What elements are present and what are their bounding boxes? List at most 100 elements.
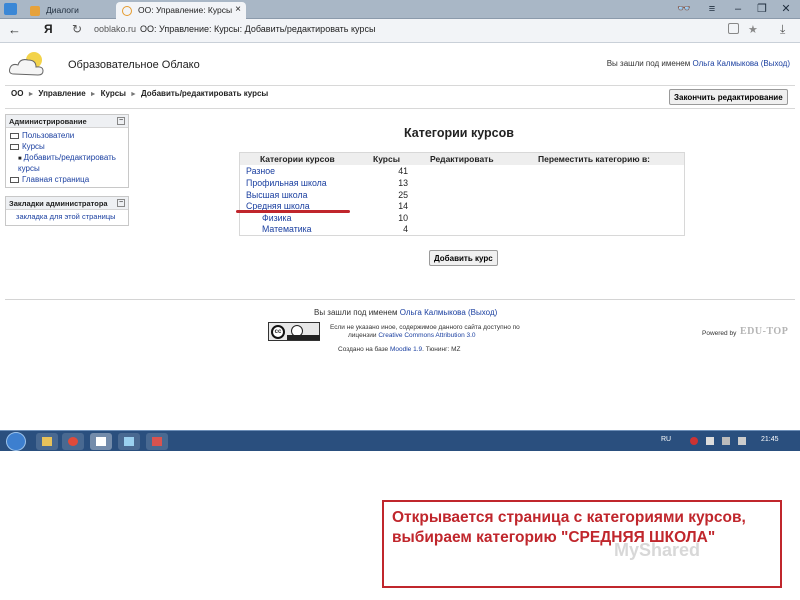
dialogs-favicon-icon xyxy=(30,6,40,16)
admin-block-title: Администрирование xyxy=(9,117,87,126)
breadcrumb-separator-icon: ► xyxy=(27,91,35,98)
breadcrumb-home[interactable]: ОО xyxy=(11,89,23,98)
breadcrumb-courses[interactable]: Курсы xyxy=(101,89,126,98)
cc-badge-bar xyxy=(287,335,320,340)
collapse-icon[interactable]: − xyxy=(117,117,125,125)
taskbar-app-files[interactable] xyxy=(118,433,140,450)
tray-antivirus-icon[interactable] xyxy=(690,437,698,445)
bullet-icon: ■ xyxy=(18,156,22,162)
footer-login-info: Вы зашли под именем Ольга Калмыкова (Вых… xyxy=(314,308,497,317)
star-icon[interactable]: ★ xyxy=(748,23,758,36)
tab-courses[interactable]: ОО: Управление: Курсы × xyxy=(116,2,246,19)
download-icon[interactable]: ⤓ xyxy=(780,22,785,37)
tab-dialogs[interactable]: Диалоги xyxy=(24,2,114,19)
watermark: MyShared xyxy=(614,540,701,560)
menu-icon[interactable]: ≡ xyxy=(700,1,724,17)
yandex-logo[interactable]: Я xyxy=(44,22,53,36)
keyboard-language[interactable]: RU xyxy=(661,436,671,443)
back-arrow-icon[interactable]: ← xyxy=(8,22,24,38)
loading-favicon-icon xyxy=(122,6,132,16)
tray-volume-icon[interactable] xyxy=(738,437,746,445)
category-count: 4 xyxy=(403,224,408,234)
admin-item-front-page[interactable]: Главная страница xyxy=(10,175,89,184)
login-prefix: Вы зашли под именем xyxy=(606,59,691,68)
folder-icon xyxy=(10,176,19,183)
license-text: Если не указано иное, содержимое данного… xyxy=(330,324,520,331)
bookmark-this-page[interactable]: закладка для этой страницы xyxy=(16,212,116,221)
license-link[interactable]: Creative Commons Attribution 3.0 xyxy=(378,332,475,339)
folder-icon xyxy=(10,132,19,139)
taskbar-app-chrome[interactable] xyxy=(62,433,84,450)
yandex-browser-icon xyxy=(96,437,106,446)
admin-block: Администрирование − Пользователи Курсы ■… xyxy=(5,114,129,188)
admin-item-label[interactable]: Главная страница xyxy=(22,175,89,184)
logout-link[interactable]: (Выход) xyxy=(468,308,497,317)
breadcrumb-current: Добавить/редактировать курсы xyxy=(140,89,269,98)
admin-bookmarks-block: Закладки администратора − закладка для э… xyxy=(5,196,129,226)
restore-icon[interactable]: ❐ xyxy=(750,1,774,17)
close-tab-icon[interactable]: × xyxy=(235,4,241,15)
files-icon xyxy=(124,437,134,446)
browser-app-icon[interactable] xyxy=(4,3,17,15)
logout-link[interactable]: (Выход) xyxy=(761,59,790,68)
tab-label: ОО: Управление: Курсы xyxy=(138,5,233,15)
moodle-link[interactable]: Moodle 1.9 xyxy=(390,346,422,353)
category-count: 10 xyxy=(398,213,408,223)
address-bar: ← Я ↻ ooblako.ru ОО: Управление: Курсы: … xyxy=(0,19,800,43)
tray-network-icon[interactable] xyxy=(722,437,730,445)
glasses-icon[interactable]: 👓 xyxy=(672,1,696,17)
bookmark-link[interactable]: закладка для этой страницы xyxy=(16,212,116,221)
bookmarks-block-header: Закладки администратора − xyxy=(6,197,128,210)
category-count: 41 xyxy=(398,166,408,176)
admin-item-courses[interactable]: Курсы xyxy=(10,142,45,151)
tray-flag-icon[interactable] xyxy=(706,437,714,445)
navigation-bar: ОО ► Управление ► Курсы ► Добавить/редактирова… xyxy=(5,85,795,109)
powered-by-text: Powered by xyxy=(702,330,737,337)
tray-clock[interactable]: 21:45 xyxy=(761,436,779,443)
reload-icon[interactable]: ↻ xyxy=(72,22,82,36)
user-name-link[interactable]: Ольга Калмыкова xyxy=(400,308,466,317)
admin-item-label[interactable]: Курсы xyxy=(22,142,45,151)
folder-open-icon xyxy=(10,143,19,150)
subcategory-link[interactable]: Математика xyxy=(262,224,312,234)
column-header: Курсы xyxy=(373,154,400,164)
based-on-text: Создано на базе Moodle 1.9. Тюнинг: MZ xyxy=(338,346,460,353)
footer-divider xyxy=(5,299,795,300)
url-page-title: ОО: Управление: Курсы: Добавить/редактир… xyxy=(140,24,376,34)
windows-start-icon[interactable] xyxy=(6,432,26,451)
categories-table: Категории курсов Курсы Редактировать Пер… xyxy=(239,152,685,236)
admin-item-users[interactable]: Пользователи xyxy=(10,131,74,140)
category-link[interactable]: Высшая школа xyxy=(246,190,307,200)
category-link[interactable]: Профильная школа xyxy=(246,178,327,188)
creative-commons-badge[interactable]: cc xyxy=(268,322,320,341)
category-count: 13 xyxy=(398,178,408,188)
explorer-icon xyxy=(42,437,52,446)
taskbar-app-presentation[interactable] xyxy=(146,433,168,450)
subcategory-link[interactable]: Физика xyxy=(262,213,291,223)
breadcrumb-admin[interactable]: Управление xyxy=(38,89,85,98)
admin-item-label[interactable]: Добавить/редактировать курсы xyxy=(18,153,116,173)
add-course-button[interactable]: Добавить курс xyxy=(429,250,498,266)
close-window-icon[interactable]: ✕ xyxy=(774,1,798,17)
edu-top-logo[interactable]: EDU-TOP xyxy=(740,326,788,337)
presentation-icon xyxy=(152,437,162,446)
admin-item-label[interactable]: Пользователи xyxy=(22,131,74,140)
site-name[interactable]: Образовательное Облако xyxy=(68,59,200,71)
taskbar-app-explorer[interactable] xyxy=(36,433,58,450)
taskbar-app-yandex[interactable] xyxy=(90,433,112,450)
user-name-link[interactable]: Ольга Калмыкова xyxy=(692,59,758,68)
protect-icon[interactable] xyxy=(728,23,739,34)
cc-icon: cc xyxy=(271,325,285,339)
admin-item-add-edit-courses[interactable]: ■ Добавить/редактировать курсы xyxy=(18,153,128,174)
finish-editing-button[interactable]: Закончить редактирование xyxy=(669,89,788,105)
collapse-icon[interactable]: − xyxy=(117,199,125,207)
cloud-sun-logo-icon xyxy=(9,52,44,76)
category-link[interactable]: Разное xyxy=(246,166,275,176)
based-on-suffix: . Тюнинг: MZ xyxy=(422,346,461,353)
url-field[interactable]: ooblako.ru ОО: Управление: Курсы: Добави… xyxy=(88,22,768,39)
based-on-prefix: Создано на базе xyxy=(338,346,389,353)
bookmarks-block-title: Закладки администратора xyxy=(9,199,108,208)
minimize-icon[interactable]: – xyxy=(726,1,750,17)
category-count: 25 xyxy=(398,190,408,200)
breadcrumb-separator-icon: ► xyxy=(89,91,97,98)
